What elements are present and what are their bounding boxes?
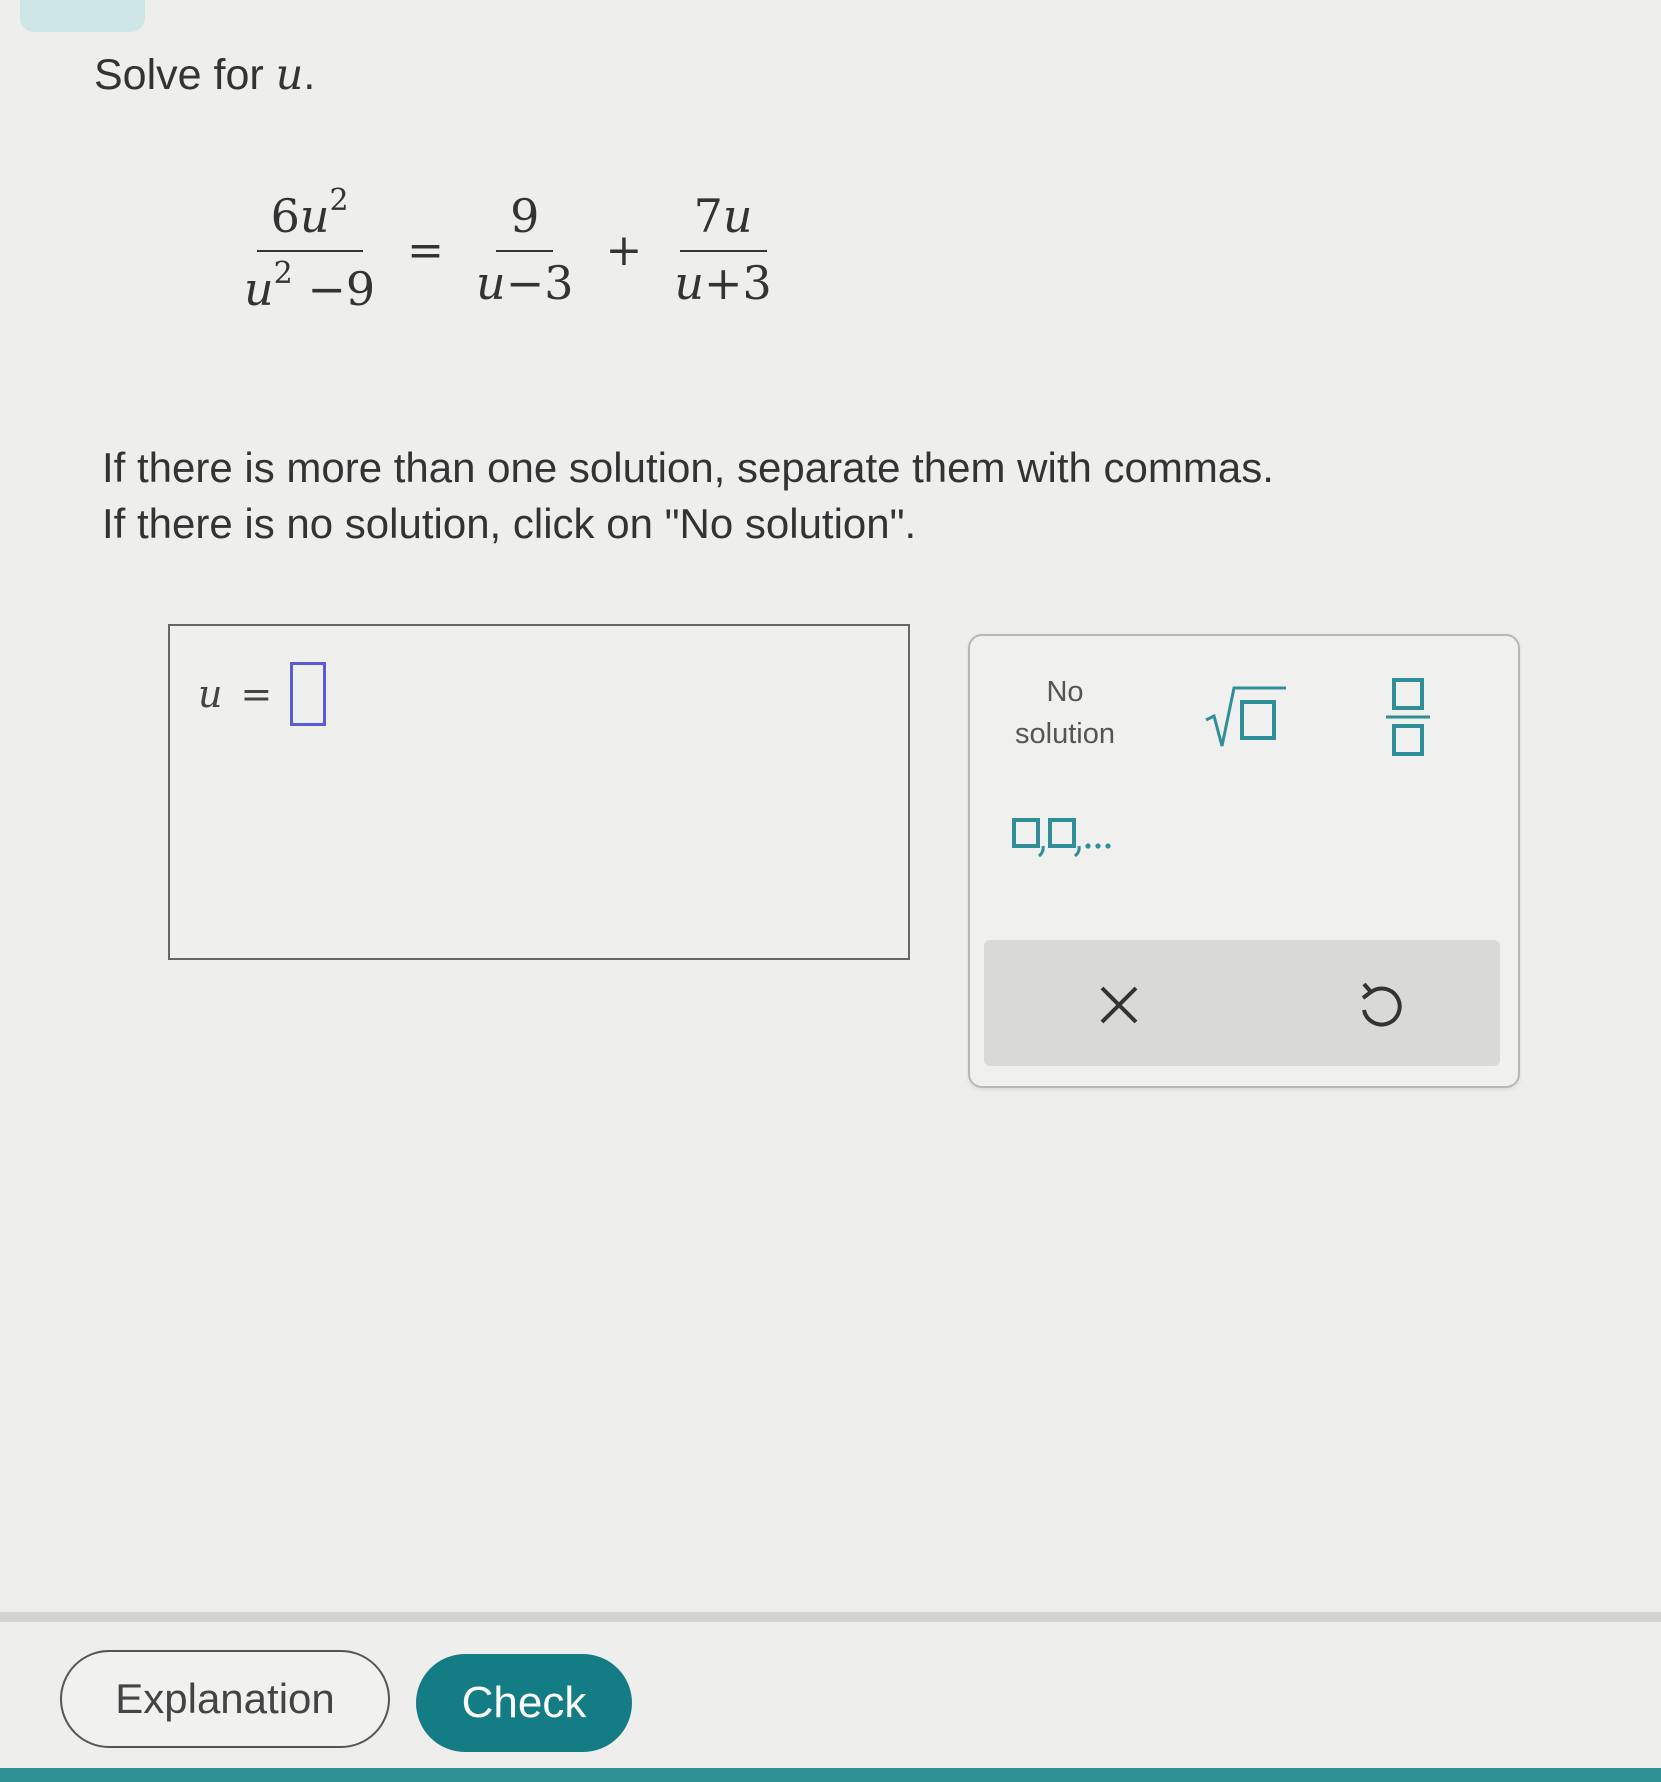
clear-button[interactable] xyxy=(1074,960,1164,1050)
term1-denominator: u−3 xyxy=(462,252,587,311)
term2-num-var: u xyxy=(722,188,753,243)
lhs-denominator: u2 −9 xyxy=(230,252,389,317)
fraction-icon xyxy=(1386,678,1430,756)
clear-icon xyxy=(1100,986,1138,1024)
equals-sign: = xyxy=(407,224,445,276)
check-button[interactable]: Check xyxy=(416,1654,632,1752)
footer-divider xyxy=(0,1612,1661,1622)
fraction-button[interactable] xyxy=(1374,672,1444,762)
answer-input[interactable] xyxy=(290,662,327,726)
term1-den-rest: −3 xyxy=(505,256,574,310)
instructions: If there is more than one solution, sepa… xyxy=(102,440,1502,552)
equation: 6u2 u2 −9 = 9 u−3 + 7u u+3 xyxy=(220,160,796,340)
no-solution-button[interactable]: No solution xyxy=(1000,668,1130,758)
no-solution-label-1: No xyxy=(1046,676,1084,708)
sqrt-icon xyxy=(1205,686,1286,747)
term2-denominator: u+3 xyxy=(660,252,785,311)
keypad-action-tray xyxy=(984,940,1500,1066)
instruction-line-1: If there is more than one solution, sepa… xyxy=(102,444,1274,491)
lhs-num-exp: 2 xyxy=(329,182,349,218)
lhs-den-rest: −9 xyxy=(307,262,376,316)
sqrt-button[interactable] xyxy=(1200,676,1290,756)
lhs-numerator: 6u2 xyxy=(256,182,363,252)
lhs-fraction: 6u2 u2 −9 xyxy=(230,183,389,317)
answer-equals: = xyxy=(240,672,273,716)
plus-sign: + xyxy=(605,224,643,276)
term2-den-var: u xyxy=(674,256,705,310)
term2-numerator: 7u xyxy=(679,188,767,252)
prompt-period: . xyxy=(303,51,316,99)
top-tab xyxy=(20,0,145,32)
answer-variable: u xyxy=(198,672,223,716)
lhs-num-var: u xyxy=(299,188,330,243)
prompt-text: Solve for xyxy=(94,51,264,99)
prompt-variable: u xyxy=(275,50,304,100)
bottom-bar xyxy=(0,1768,1661,1782)
no-solution-label-2: solution xyxy=(1015,718,1115,750)
undo-icon xyxy=(1361,982,1402,1027)
lhs-den-exp: 2 xyxy=(273,256,293,291)
answer-area[interactable]: u = xyxy=(168,624,910,960)
term2-num-coef: 7 xyxy=(693,188,723,243)
explanation-button[interactable]: Explanation xyxy=(60,1650,390,1748)
lhs-den-var: u xyxy=(244,262,274,316)
term1-den-var: u xyxy=(476,256,506,310)
problem-prompt: Solve for u. xyxy=(94,50,315,100)
term2-fraction: 7u u+3 xyxy=(660,189,785,311)
math-keypad: No solution xyxy=(968,634,1520,1088)
answer-row: u = xyxy=(198,662,327,726)
instruction-line-2: If there is no solution, click on "No so… xyxy=(102,500,917,547)
term2-den-rest: +3 xyxy=(704,256,772,310)
list-icon xyxy=(1012,818,1111,858)
lhs-num-coef: 6 xyxy=(270,188,300,243)
term1-fraction: 9 u−3 xyxy=(462,189,587,311)
list-button[interactable] xyxy=(1010,806,1130,866)
undo-button[interactable] xyxy=(1334,960,1424,1050)
term1-numerator: 9 xyxy=(496,189,554,252)
